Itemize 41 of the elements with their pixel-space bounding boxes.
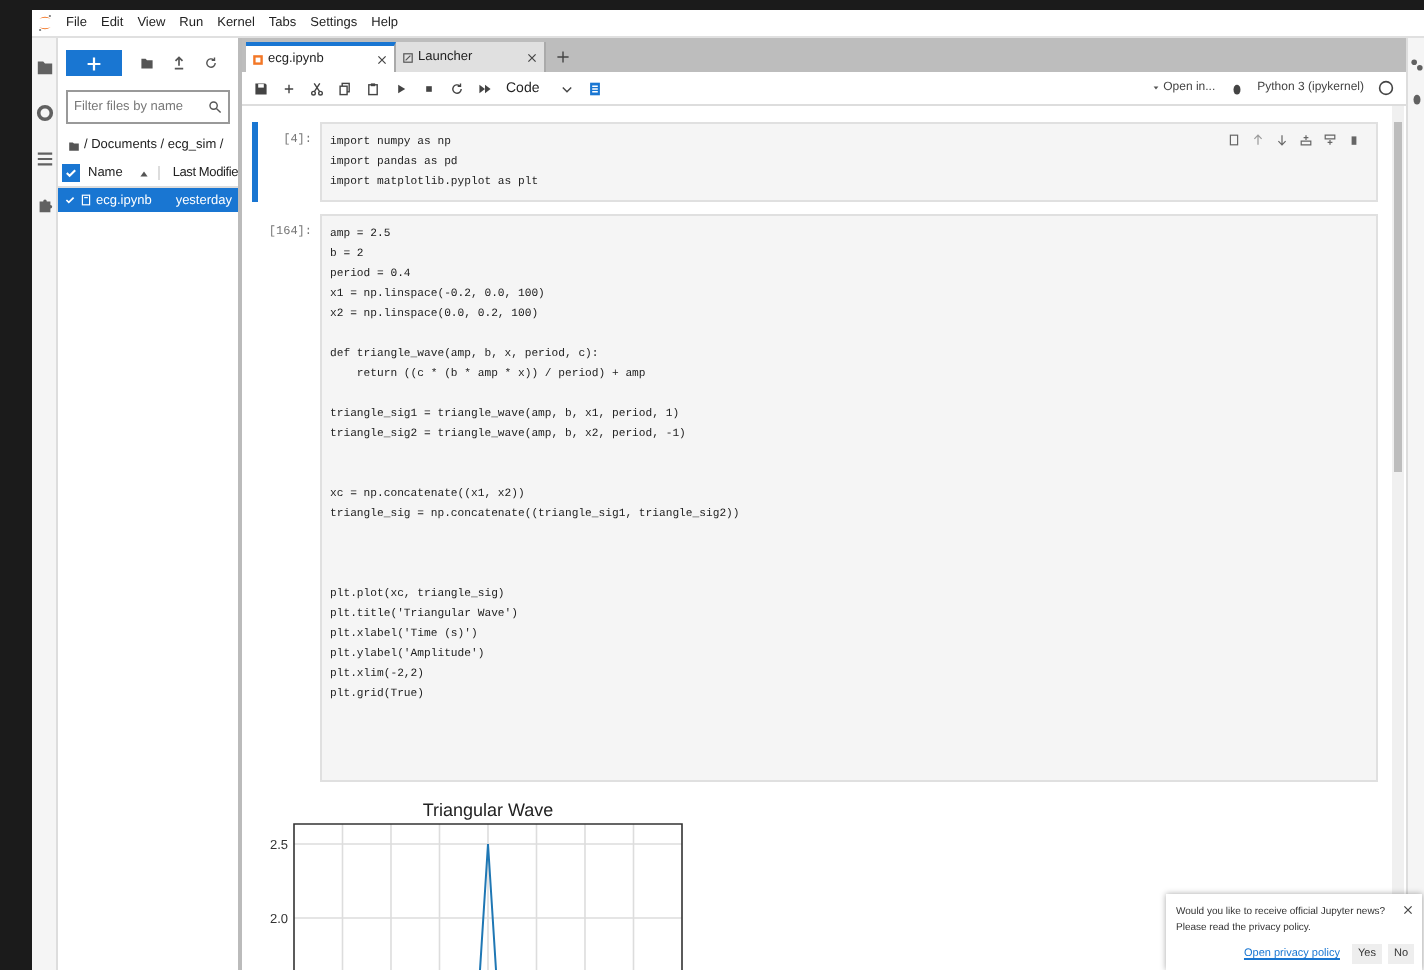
circle-stop-icon[interactable] <box>35 104 53 122</box>
select-all-checkbox[interactable] <box>62 164 80 182</box>
save-icon[interactable] <box>254 81 268 95</box>
folder-icon <box>68 139 80 151</box>
sort-up-icon <box>138 167 151 179</box>
insert-above-icon[interactable] <box>1300 134 1312 146</box>
paste-icon[interactable] <box>366 81 380 95</box>
check-icon <box>64 194 76 206</box>
new-folder-icon[interactable] <box>140 56 154 70</box>
fast-forward-icon[interactable] <box>478 81 492 95</box>
upload-icon[interactable] <box>172 56 186 70</box>
property-inspector-icon[interactable] <box>1409 58 1423 72</box>
notebook-icon <box>80 194 92 206</box>
add-tab-icon[interactable] <box>556 50 570 64</box>
notebook-icon <box>252 53 264 65</box>
caret-icon <box>559 81 574 95</box>
kernel-status-icon <box>1378 80 1394 96</box>
plus-icon <box>86 55 102 71</box>
close-icon[interactable] <box>376 53 388 65</box>
refresh-icon[interactable] <box>204 56 218 70</box>
copy-icon[interactable] <box>338 81 352 95</box>
toc-icon[interactable] <box>587 81 602 95</box>
insert-below-icon[interactable] <box>1324 134 1336 146</box>
new-launcher-button[interactable] <box>66 50 122 76</box>
close-icon[interactable] <box>1402 904 1414 916</box>
move-down-icon[interactable] <box>1276 134 1288 146</box>
jupyter-logo-icon <box>38 14 52 32</box>
folder-icon[interactable] <box>35 58 53 76</box>
search-icon <box>208 100 222 114</box>
duplicate-icon[interactable] <box>1228 134 1240 146</box>
run-icon[interactable] <box>394 81 408 95</box>
line-series <box>477 843 499 970</box>
launcher-icon <box>402 51 414 63</box>
close-icon[interactable] <box>526 51 538 63</box>
restart-icon[interactable] <box>450 81 464 95</box>
chart-title: Triangular Wave <box>422 800 554 820</box>
cut-icon[interactable] <box>310 81 324 95</box>
list-icon[interactable] <box>35 150 53 168</box>
add-cell-icon[interactable] <box>282 81 296 95</box>
puzzle-icon[interactable] <box>35 196 53 214</box>
delete-icon[interactable] <box>1348 134 1360 146</box>
